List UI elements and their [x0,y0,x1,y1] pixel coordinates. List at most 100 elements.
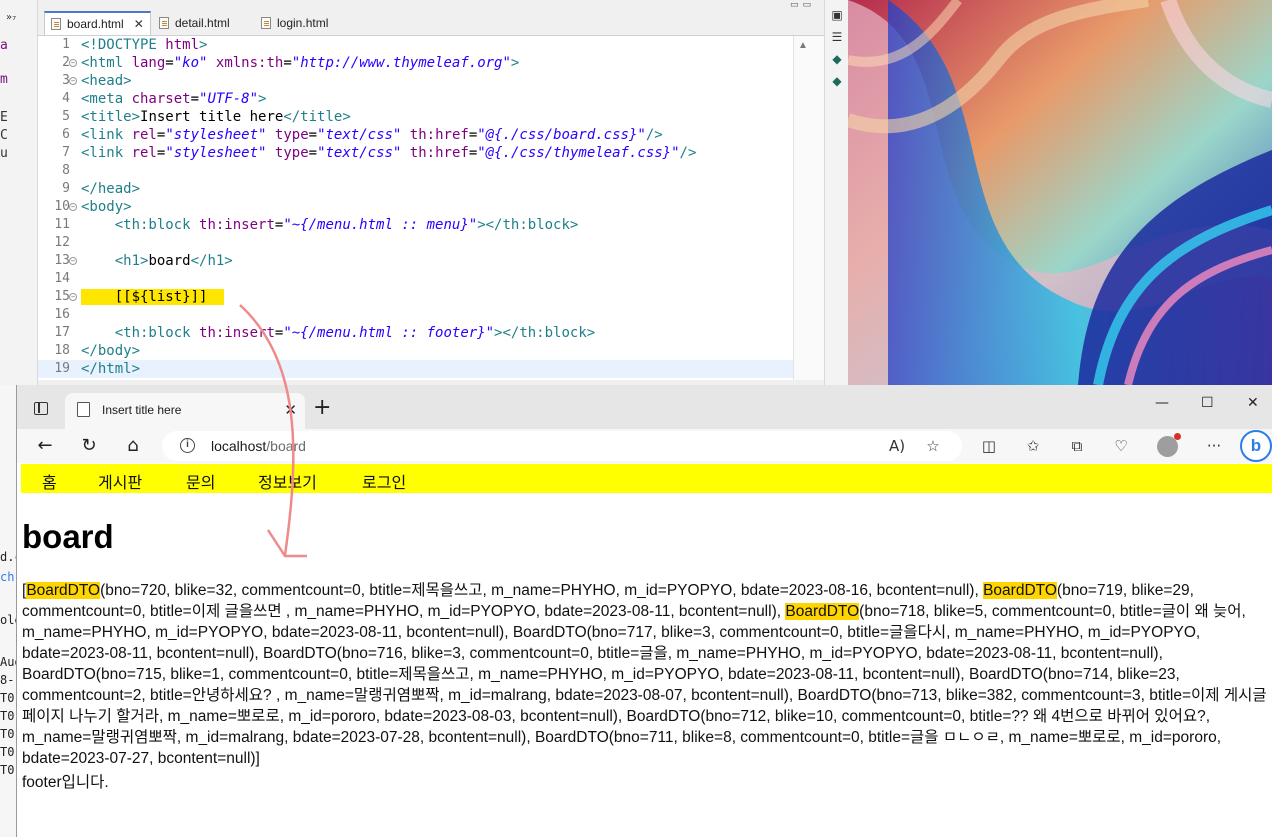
code-text: <meta charset="UTF-8"> [81,91,267,107]
code-line[interactable]: 10− <body> [38,198,793,216]
tomcat-server-icon[interactable]: ◆ [829,52,845,66]
code-line[interactable]: 15− [[${list}]] [38,288,793,306]
info-icon[interactable]: i [180,438,195,453]
close-icon[interactable]: ✕ [284,401,297,419]
code-line[interactable]: 5 <title>Insert title here</title> [38,108,793,126]
minimize-icon[interactable]: — [1155,395,1169,411]
html-file-icon [51,18,61,30]
tab-label: detail.html [175,16,230,30]
tab-login-html[interactable]: login.html [255,11,355,35]
code-text: <body> [81,199,132,215]
back-arrow-icon[interactable]: ← [33,435,57,457]
url-text: localhost/board [211,438,306,454]
more-icon[interactable]: ··· [1203,435,1225,457]
fold-toggle-icon[interactable]: − [69,293,77,301]
tab-board-html[interactable]: board.html ✕ [44,11,151,35]
code-editor[interactable]: 1 <!DOCTYPE html> 2− <html lang="ko" xmlns:… [38,36,793,380]
list-text-segment: (bno=720, blike=32, commentcount=0, btit… [100,582,984,599]
menu-item-home[interactable]: 홈 [42,469,57,493]
menu-item-board[interactable]: 게시판 [98,469,142,493]
profile-avatar-icon[interactable] [1157,433,1181,457]
url-host: localhost [211,438,267,454]
collections-icon[interactable]: ⧉ [1066,435,1088,457]
background-text: T0 [0,691,15,705]
fold-toggle-icon[interactable]: − [69,77,77,85]
split-screen-icon[interactable]: ◫ [978,435,1000,457]
browser-essentials-icon[interactable]: ♡ [1110,435,1132,457]
line-number: 9 [62,181,70,196]
line-number: 13 [54,253,70,268]
background-text: ch [0,570,15,584]
code-line[interactable]: 6 <link rel="stylesheet" type="text/css" … [38,126,793,144]
background-text: T0 [0,763,15,777]
code-line[interactable]: 11 <th:block th:insert="~{/menu.html :: … [38,216,793,234]
html-file-icon [261,17,271,29]
code-line[interactable]: 9 </head> [38,180,793,198]
search-highlight: BoardDTO [26,582,101,599]
tab-actions-icon[interactable] [34,402,48,415]
line-number: 2 [62,55,70,70]
html-file-icon [159,17,169,29]
code-line[interactable]: 16 [38,306,793,324]
line-number: 14 [54,271,70,286]
close-icon[interactable]: ✕ [134,17,144,31]
favorites-icon[interactable]: ✩ [1022,435,1044,457]
line-number: 5 [62,109,70,124]
fold-toggle-icon[interactable]: − [69,59,77,67]
code-line[interactable]: 14 [38,270,793,288]
code-line[interactable]: 18 </body> [38,342,793,360]
editor-overview-ruler[interactable]: ▲ [793,36,824,380]
code-text: <th:block th:insert="~{/menu.html :: foo… [114,325,596,341]
fold-toggle-icon[interactable]: − [69,203,77,211]
background-text: T0 [0,727,15,741]
fold-toggle-icon[interactable]: − [69,257,77,265]
code-line[interactable]: 2− <html lang="ko" xmlns:th="http://www.t… [38,54,793,72]
page-footer: footer입니다. [22,774,109,791]
address-bar[interactable]: i localhost/board A) ☆ [162,431,962,461]
editor-window-controls[interactable]: ▭▭ [790,0,815,10]
outline-icon[interactable]: ☰ [829,30,845,44]
scroll-up-icon[interactable]: ▲ [798,40,808,51]
page-heading: board [22,518,114,555]
tab-detail-html[interactable]: detail.html [153,11,253,35]
line-number: 7 [62,145,70,160]
menu-item-inquiry[interactable]: 문의 [186,469,215,493]
home-icon[interactable]: ⌂ [121,435,145,457]
code-line[interactable]: 4 <meta charset="UTF-8"> [38,90,793,108]
line-number: 12 [54,235,70,250]
code-line[interactable]: 3− <head> [38,72,793,90]
code-line[interactable]: 13− <h1>board</h1> [38,252,793,270]
code-text: <title>Insert title here</title> [81,109,351,125]
code-line[interactable]: 12 [38,234,793,252]
bing-copilot-icon[interactable]: b [1240,430,1272,462]
maximize-icon[interactable]: ☐ [1201,395,1214,411]
line-number: 16 [54,307,70,322]
code-line[interactable]: 19 </html> [38,360,793,378]
code-text: </html> [81,361,141,377]
code-line[interactable]: 1 <!DOCTYPE html> [38,36,793,54]
code-line[interactable]: 8 [38,162,793,180]
favorite-star-icon[interactable]: ☆ [922,435,944,457]
left-fragment: m [0,72,8,87]
view-menu-chevron-icon[interactable]: »₇ [6,12,16,23]
close-icon[interactable]: ✕ [1247,395,1259,411]
wallpaper-swirl [848,0,1272,385]
background-text: T0 [0,745,15,759]
tomcat-server-icon[interactable]: ◆ [829,74,845,88]
line-number: 18 [54,343,70,358]
browser-tab[interactable]: Insert title here ✕ [65,393,305,429]
menu-item-info[interactable]: 정보보기 [258,469,317,493]
left-fragment: C [0,128,8,143]
code-line[interactable]: 17 <th:block th:insert="~{/menu.html :: … [38,324,793,342]
menu-item-login[interactable]: 로그인 [362,469,406,493]
line-number: 8 [62,163,70,178]
restore-icon[interactable]: ▣ [829,8,845,22]
read-aloud-icon[interactable]: A) [886,435,908,457]
url-path: /board [266,438,306,454]
refresh-icon[interactable]: ↻ [77,435,101,457]
left-fragment: u [0,146,8,161]
new-tab-icon[interactable]: + [313,395,331,421]
code-line[interactable]: 7 <link rel="stylesheet" type="text/css" … [38,144,793,162]
desktop-wallpaper [848,0,1272,385]
line-number: 17 [54,325,70,340]
